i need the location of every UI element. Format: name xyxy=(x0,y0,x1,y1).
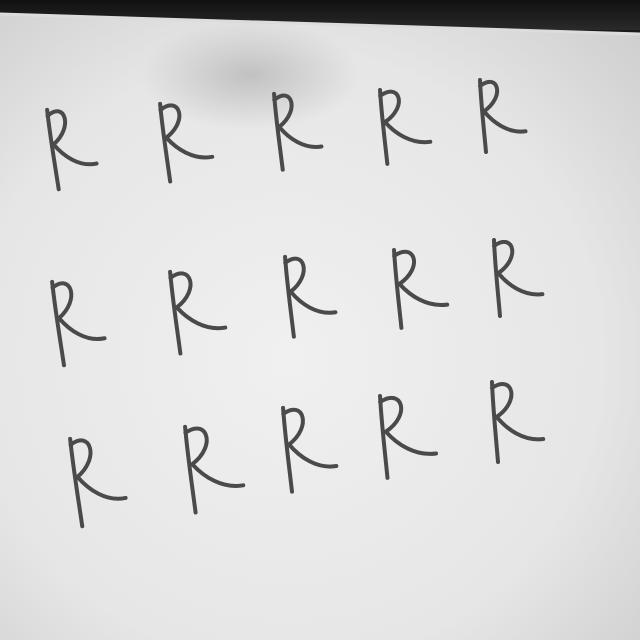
photo: R R R R R R R R R R R R R R R xyxy=(0,0,640,640)
paper-sheet xyxy=(0,12,640,640)
shadow xyxy=(140,20,360,130)
